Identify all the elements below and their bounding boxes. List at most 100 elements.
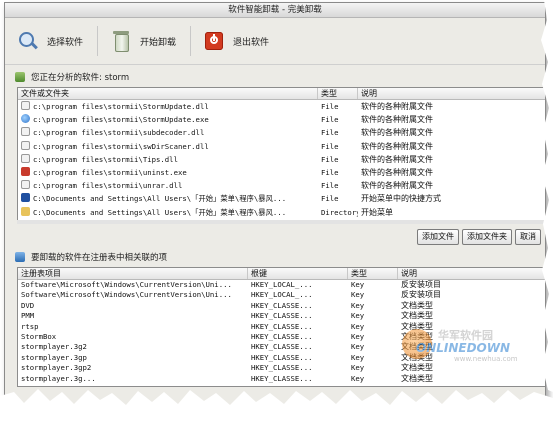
file-description: 软件的各种附属文件 bbox=[361, 181, 433, 191]
file-type: File bbox=[321, 141, 339, 151]
file-path: c:\program files\stormii\StormUpdate.exe bbox=[33, 115, 209, 125]
file-path-cell: C:\Documents and Settings\All Users\「开始」… bbox=[18, 192, 318, 205]
cancel-button[interactable]: 取消 bbox=[515, 229, 541, 245]
shortcut-icon bbox=[21, 193, 30, 203]
file-description: 软件的各种附属文件 bbox=[361, 115, 433, 125]
file-type: File bbox=[321, 181, 339, 191]
file-row[interactable]: c:\program files\stormii\swDirScaner.dll… bbox=[18, 140, 545, 153]
registry-type: Key bbox=[351, 300, 365, 310]
file-path-cell: c:\program files\stormii\subdecoder.dll bbox=[18, 126, 318, 139]
file-row[interactable]: c:\program files\stormii\unrar.dll File 软件… bbox=[18, 179, 545, 192]
registry-row[interactable]: Software\Microsoft\Windows\CurrentVersio… bbox=[18, 280, 545, 290]
registry-item: stormplayer.3gp2 bbox=[21, 363, 92, 373]
dll-file-icon bbox=[21, 101, 30, 110]
registry-description: 文档类型 bbox=[401, 300, 433, 310]
file-row[interactable]: c:\program files\stormii\StormUpdate.exe… bbox=[18, 113, 545, 126]
window-title: 软件智能卸载 - 完美卸载 bbox=[5, 3, 545, 18]
file-description: 软件的各种附属文件 bbox=[361, 102, 433, 111]
file-path: c:\program files\stormii\subdecoder.dll bbox=[33, 128, 205, 138]
file-path-cell: c:\program files\stormii\swDirScaner.dll bbox=[18, 140, 318, 153]
registry-row[interactable]: stormplayer.3g2 HKEY_CLASSE... Key 文档类型 bbox=[18, 342, 545, 352]
registry-description: 反安装项目 bbox=[401, 290, 441, 300]
file-path: c:\program files\stormii\Tips.dll bbox=[33, 154, 178, 164]
trash-can-icon bbox=[110, 30, 132, 52]
files-horizontal-scrollbar[interactable] bbox=[17, 220, 545, 224]
registry-section-title: 要卸载的软件在注册表中相关联的项 bbox=[15, 251, 167, 263]
file-description: 软件的各种附属文件 bbox=[361, 154, 433, 164]
file-type: File bbox=[321, 167, 339, 177]
file-row[interactable]: c:\program files\stormii\uninst.exe File 软… bbox=[18, 166, 545, 179]
toolbar: 选择软件 开始卸载 退出软件 bbox=[5, 18, 545, 65]
registry-root-key: HKEY_LOCAL_... bbox=[251, 290, 313, 300]
registry-row[interactable]: stormplayer.3g... HKEY_CLASSE... Key 文档类型 bbox=[18, 373, 545, 384]
registry-row[interactable]: Software\Microsoft\Windows\CurrentVersio… bbox=[18, 290, 545, 300]
file-buttons: 添加文件 添加文件夹 取消 bbox=[414, 229, 541, 245]
registry-item: Software\Microsoft\Windows\CurrentVersio… bbox=[21, 280, 232, 289]
registry-item: StormBox bbox=[21, 331, 57, 341]
registry-description: 文档类型 bbox=[401, 373, 433, 383]
select-software-button[interactable]: 选择软件 bbox=[9, 26, 91, 56]
file-path: C:\Documents and Settings\All Users\「开始」… bbox=[33, 194, 287, 204]
exit-software-button[interactable]: 退出软件 bbox=[195, 26, 277, 56]
registry-type: Key bbox=[351, 373, 365, 383]
col-reg-description[interactable]: 说明 bbox=[398, 268, 545, 279]
file-type: File bbox=[321, 102, 339, 111]
registry-table-body: Software\Microsoft\Windows\CurrentVersio… bbox=[18, 280, 545, 384]
exe-file-icon bbox=[21, 114, 30, 124]
registry-row[interactable]: StormBox HKEY_CLASSE... Key 文档类型 bbox=[18, 331, 545, 342]
registry-type: Key bbox=[351, 311, 365, 321]
col-registry-item[interactable]: 注册表项目 bbox=[18, 268, 248, 279]
registry-row[interactable]: DVD HKEY_CLASSE... Key 文档类型 bbox=[18, 300, 545, 311]
registry-table-header: 注册表项目 根键 类型 说明 bbox=[18, 268, 545, 280]
registry-type: Key bbox=[351, 363, 365, 373]
col-type[interactable]: 类型 bbox=[318, 88, 358, 99]
file-path: c:\program files\stormii\StormUpdate.dll bbox=[33, 102, 209, 111]
file-row[interactable]: c:\program files\stormii\Tips.dll File 软件的… bbox=[18, 153, 545, 166]
registry-row[interactable]: PMM HKEY_CLASSE... Key 文档类型 bbox=[18, 311, 545, 321]
file-row[interactable]: C:\Documents and Settings\All Users\「开始」… bbox=[18, 192, 545, 205]
registry-description: 文档类型 bbox=[401, 311, 433, 321]
col-reg-type[interactable]: 类型 bbox=[348, 268, 398, 279]
registry-root-key: HKEY_CLASSE... bbox=[251, 373, 313, 383]
file-path-cell: c:\program files\stormii\StormUpdate.exe bbox=[18, 113, 318, 126]
file-row[interactable]: c:\program files\stormii\StormUpdate.dll… bbox=[18, 100, 545, 113]
file-row[interactable]: c:\program files\stormii\subdecoder.dll F… bbox=[18, 126, 545, 139]
start-uninstall-button[interactable]: 开始卸载 bbox=[102, 26, 184, 56]
file-description: 开始菜单 bbox=[361, 207, 393, 217]
file-type: Directory bbox=[321, 207, 358, 217]
registry-type: Key bbox=[351, 352, 365, 362]
add-file-button[interactable]: 添加文件 bbox=[417, 229, 459, 245]
add-folder-button[interactable]: 添加文件夹 bbox=[462, 229, 512, 245]
file-row[interactable]: C:\Documents and Settings\All Users\「开始」… bbox=[18, 206, 545, 219]
file-description: 软件的各种附属文件 bbox=[361, 128, 433, 138]
registry-description: 文档类型 bbox=[401, 363, 433, 373]
file-description: 软件的各种附属文件 bbox=[361, 167, 433, 177]
file-description: 开始菜单中的快捷方式 bbox=[361, 194, 441, 204]
file-path-cell: c:\program files\stormii\StormUpdate.dll bbox=[18, 100, 318, 113]
files-table-header: 文件或文件夹 类型 说明 bbox=[18, 88, 545, 100]
registry-section-title-text: 要卸载的软件在注册表中相关联的项 bbox=[31, 253, 168, 263]
registry-row[interactable]: stormplayer.3gp2 HKEY_CLASSE... Key 文档类型 bbox=[18, 363, 545, 373]
file-description: 软件的各种附属文件 bbox=[361, 141, 433, 151]
registry-root-key: HKEY_LOCAL_... bbox=[251, 280, 313, 289]
registry-row[interactable]: stormplayer.3gp HKEY_CLASSE... Key 文档类型 bbox=[18, 352, 545, 363]
trash-small-icon bbox=[15, 72, 25, 82]
file-path-cell: c:\program files\stormii\unrar.dll bbox=[18, 179, 318, 192]
registry-type: Key bbox=[351, 290, 365, 300]
registry-item: stormplayer.3g... bbox=[21, 373, 96, 383]
col-root-key[interactable]: 根键 bbox=[248, 268, 348, 279]
registry-item: rtsp bbox=[21, 321, 39, 331]
registry-description: 文档类型 bbox=[401, 321, 433, 331]
registry-root-key: HKEY_CLASSE... bbox=[251, 300, 313, 310]
files-section-title: 您正在分析的软件: storm bbox=[15, 71, 129, 83]
registry-row[interactable]: rtsp HKEY_CLASSE... Key 文档类型 bbox=[18, 321, 545, 332]
file-path: C:\Documents and Settings\All Users\「开始」… bbox=[33, 207, 287, 217]
registry-icon bbox=[15, 252, 25, 262]
registry-root-key: HKEY_CLASSE... bbox=[251, 321, 313, 331]
col-file-or-folder[interactable]: 文件或文件夹 bbox=[18, 88, 318, 99]
col-description[interactable]: 说明 bbox=[358, 88, 545, 99]
registry-item: stormplayer.3g2 bbox=[21, 342, 87, 352]
files-section-title-text: 您正在分析的软件: storm bbox=[31, 73, 130, 83]
registry-item: PMM bbox=[21, 311, 35, 321]
registry-table: 注册表项目 根键 类型 说明 Software\Microsoft\Window… bbox=[17, 267, 545, 387]
